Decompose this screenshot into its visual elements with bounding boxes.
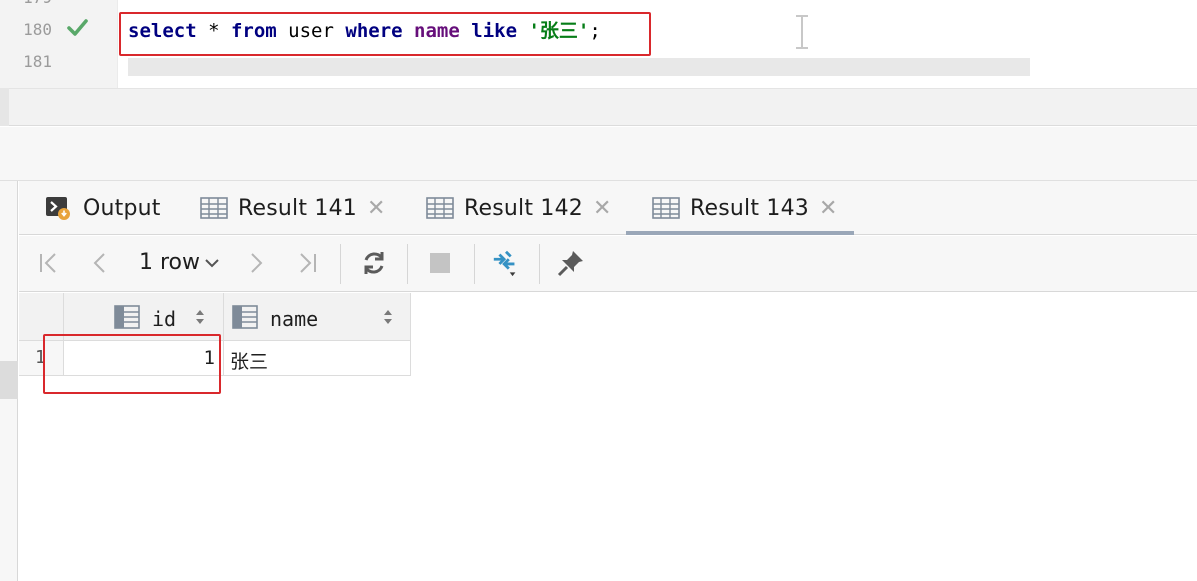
previous-page-icon xyxy=(93,253,105,273)
highlight-box-sql xyxy=(119,12,651,56)
column-header-name[interactable]: name xyxy=(224,293,411,341)
line-gutter: 179 180 181 xyxy=(0,0,118,88)
tab-label: Output xyxy=(83,195,161,221)
last-page-button[interactable] xyxy=(292,248,322,278)
column-title: name xyxy=(270,307,319,331)
table-icon xyxy=(652,197,680,219)
tool-window-header-band xyxy=(0,127,1197,181)
result-tab-bar: Output Result 141 ✕ Result 142 ✕ Result … xyxy=(19,181,1197,235)
sort-icon[interactable] xyxy=(382,308,394,326)
column-title: id xyxy=(152,307,177,331)
sql-editor[interactable]: 179 180 181 select * from user where nam… xyxy=(0,0,1197,88)
check-icon xyxy=(67,19,88,36)
rail-selection-mark xyxy=(0,361,18,399)
text-cursor-icon xyxy=(796,15,808,49)
previous-page-button[interactable] xyxy=(85,248,115,278)
tab-label: Result 142 xyxy=(464,195,583,221)
cell-value: 张三 xyxy=(230,351,269,373)
next-page-button[interactable] xyxy=(241,248,271,278)
line-number: 180 xyxy=(23,20,52,39)
highlight-box-id-cell xyxy=(43,334,221,394)
stop-button[interactable] xyxy=(425,248,455,278)
left-rail xyxy=(0,181,18,581)
tab-result-141[interactable]: Result 141 ✕ xyxy=(200,181,385,235)
horizontal-scrollbar[interactable] xyxy=(128,58,1030,76)
column-icon xyxy=(114,305,140,329)
result-toolbar: 1 row xyxy=(19,236,1197,292)
close-icon[interactable]: ✕ xyxy=(367,196,385,221)
first-page-button[interactable] xyxy=(34,248,64,278)
tab-output[interactable]: Output xyxy=(45,181,161,235)
editor-band-left xyxy=(0,88,9,126)
compare-button[interactable] xyxy=(491,248,521,278)
stop-icon xyxy=(430,253,450,273)
close-icon[interactable]: ✕ xyxy=(819,196,837,221)
first-page-icon xyxy=(40,253,56,273)
last-page-icon xyxy=(300,253,316,273)
line-number: 179 xyxy=(0,0,52,7)
row-count-selector[interactable]: 1 row xyxy=(139,250,200,275)
toolbar-separator xyxy=(340,244,341,284)
next-page-icon xyxy=(251,253,263,273)
table-icon xyxy=(426,197,454,219)
sort-icon[interactable] xyxy=(194,308,206,326)
tab-label: Result 143 xyxy=(690,195,809,221)
column-icon xyxy=(232,305,258,329)
chevron-down-icon[interactable] xyxy=(205,258,219,268)
refresh-button[interactable] xyxy=(359,248,389,278)
compare-icon xyxy=(493,250,516,277)
tab-result-143[interactable]: Result 143 ✕ xyxy=(652,181,837,235)
pin-icon xyxy=(557,251,583,277)
cell-name[interactable]: 张三 xyxy=(224,341,411,376)
toolbar-separator xyxy=(407,244,408,284)
console-icon xyxy=(46,197,70,220)
tab-result-142[interactable]: Result 142 ✕ xyxy=(426,181,611,235)
pin-button[interactable] xyxy=(556,248,586,278)
refresh-icon xyxy=(364,252,384,274)
line-number: 181 xyxy=(23,52,52,71)
active-tab-indicator xyxy=(626,231,854,235)
close-icon[interactable]: ✕ xyxy=(593,196,611,221)
table-icon xyxy=(200,197,228,219)
toolbar-separator xyxy=(474,244,475,284)
editor-status-band xyxy=(0,88,1197,126)
toolbar-separator xyxy=(539,244,540,284)
tab-label: Result 141 xyxy=(238,195,357,221)
